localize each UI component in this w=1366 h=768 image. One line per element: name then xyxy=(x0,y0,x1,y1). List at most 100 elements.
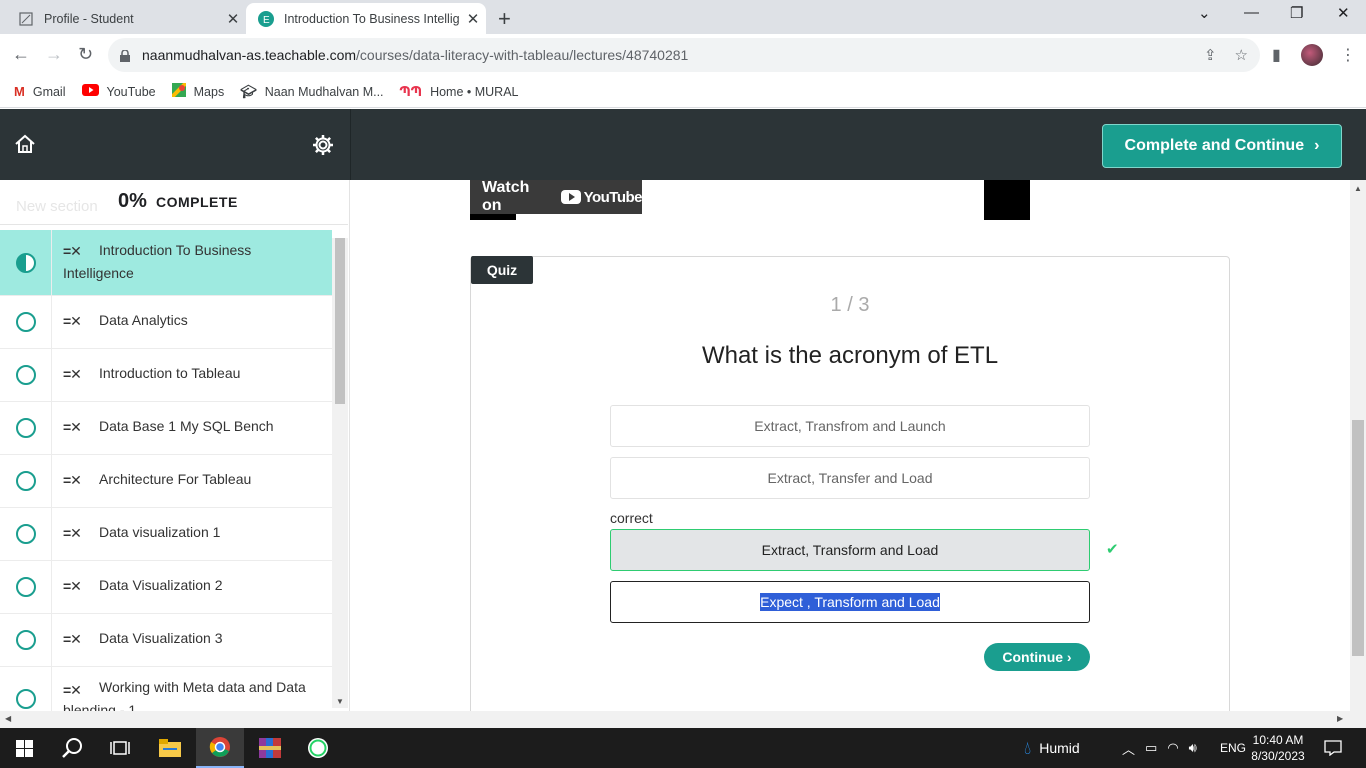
lesson-item-data-viz-2[interactable]: =✕ Data Visualization 2 xyxy=(0,561,332,614)
volume-icon[interactable]: 🔊︎ xyxy=(1189,740,1197,756)
lesson-title: Data Analytics xyxy=(99,312,188,328)
file-explorer-icon[interactable] xyxy=(146,728,194,768)
url-host: naanmudhalvan-as.teachable.com xyxy=(142,47,357,63)
reload-icon[interactable]: ↻ xyxy=(78,44,93,65)
chevron-up-icon[interactable]: ︿ xyxy=(1122,739,1135,758)
question-text: What is the acronym of ETL xyxy=(701,342,999,369)
chrome-icon[interactable] xyxy=(196,728,244,768)
scrollbar-thumb[interactable] xyxy=(335,238,345,404)
share-icon[interactable]: ⇪ xyxy=(1204,46,1217,64)
address-bar[interactable]: naanmudhalvan-as.teachable.com /courses/… xyxy=(108,38,1260,72)
new-tab-icon[interactable]: + xyxy=(498,6,511,32)
lesson-item-intro-tableau[interactable]: =✕ Introduction to Tableau xyxy=(0,349,332,402)
youtube-play-icon xyxy=(560,190,581,204)
bookmark-gmail[interactable]: M Gmail xyxy=(14,84,66,99)
mural-icon: ՊՊ xyxy=(399,83,423,99)
chevron-right-icon: › xyxy=(1314,137,1320,154)
forward-icon[interactable]: → xyxy=(45,44,63,65)
not-started-circle-icon xyxy=(16,689,36,709)
answer-text: Extract, Transform and Load xyxy=(761,542,939,558)
complete-and-continue-label: Complete and Continue xyxy=(1124,137,1305,154)
gear-icon[interactable] xyxy=(312,134,334,161)
profile-avatar[interactable] xyxy=(1301,44,1323,66)
lesson-title: Introduction To Business Intelligence xyxy=(63,242,252,281)
bookmark-label: Home • MURAL xyxy=(430,84,519,99)
tab-introduction-bi[interactable]: E Introduction To Business Intellige ✕ xyxy=(246,3,486,34)
tab-title: Profile - Student xyxy=(44,11,134,26)
weather-widget[interactable]: 💧︎ Humid xyxy=(1024,728,1080,768)
correct-label: correct xyxy=(610,510,653,526)
clock-time: 10:40 AM xyxy=(1252,733,1304,747)
lesson-title: Data Visualization 3 xyxy=(99,630,223,646)
lesson-item-meta-data[interactable]: =✕ Working with Meta data and Data blend… xyxy=(0,667,332,711)
close-tab-icon[interactable]: ✕ xyxy=(220,10,246,28)
home-icon[interactable] xyxy=(14,134,36,159)
maps-icon xyxy=(170,81,188,100)
answer-option[interactable]: Extract, Transfrom and Launch xyxy=(610,405,1090,447)
battery-icon[interactable]: ▭ xyxy=(1145,740,1157,756)
tab-search-icon[interactable]: ⌄ xyxy=(1198,4,1211,22)
browser-toolbar: ← → ↻ naanmudhalvan-as.teachable.com /co… xyxy=(0,34,1366,76)
system-clock[interactable]: 10:40 AM 8/30/2023 xyxy=(1248,732,1308,764)
winrar-icon[interactable] xyxy=(246,728,294,768)
windows-start-icon[interactable] xyxy=(0,728,48,768)
answer-option-selected[interactable]: Expect , Transform and Load xyxy=(610,581,1090,623)
close-window-icon[interactable]: ✕ xyxy=(1337,4,1350,22)
lesson-title: Data Base 1 My SQL Bench xyxy=(99,418,274,434)
not-started-circle-icon xyxy=(16,418,36,438)
horizontal-scrollbar[interactable]: ◀ ▶ xyxy=(0,711,1366,728)
menu-kebab-icon[interactable]: ⋮ xyxy=(1340,45,1356,65)
answer-option[interactable]: Extract, Transfer and Load xyxy=(610,457,1090,499)
scroll-down-icon[interactable]: ▼ xyxy=(336,697,344,706)
lesson-item-data-viz-3[interactable]: =✕ Data Visualization 3 xyxy=(0,614,332,667)
minimize-icon[interactable]: — xyxy=(1244,4,1259,21)
sidebar-scrollbar[interactable] xyxy=(332,238,348,708)
bookmark-maps[interactable]: Maps xyxy=(170,81,225,100)
lesson-item-data-analytics[interactable]: =✕ Data Analytics xyxy=(0,296,332,349)
answer-option-correct[interactable]: Extract, Transform and Load xyxy=(610,529,1090,571)
bookmark-naan-mudhalvan[interactable]: 🎓︎ Naan Mudhalvan M... xyxy=(240,84,383,100)
scrollbar-thumb[interactable] xyxy=(1352,420,1364,656)
side-panel-icon[interactable]: ▮ xyxy=(1272,45,1281,65)
scroll-up-icon[interactable]: ▲ xyxy=(1354,184,1362,193)
not-started-circle-icon xyxy=(16,577,36,597)
tab-title: Introduction To Business Intellige xyxy=(284,11,460,26)
browser-tab-strip: Profile - Student ✕ E Introduction To Bu… xyxy=(0,0,1366,34)
not-started-circle-icon xyxy=(16,524,36,544)
bookmark-star-icon[interactable]: ☆ xyxy=(1235,46,1248,64)
lesson-item-database[interactable]: =✕ Data Base 1 My SQL Bench xyxy=(0,402,332,455)
search-icon[interactable] xyxy=(48,728,96,768)
sidebar-header xyxy=(0,109,350,180)
scroll-left-icon[interactable]: ◀ xyxy=(5,714,11,723)
lesson-item-introduction-bi[interactable]: =✕ Introduction To Business Intelligence xyxy=(0,230,332,296)
bookmark-label: Maps xyxy=(193,84,225,99)
complete-and-continue-button[interactable]: Complete and Continue › xyxy=(1102,124,1342,168)
course-progress: New section 0% COMPLETE xyxy=(0,180,348,225)
scroll-right-icon[interactable]: ▶ xyxy=(1337,714,1343,723)
lesson-item-architecture[interactable]: =✕ Architecture For Tableau xyxy=(0,455,332,508)
continue-button[interactable]: Continue › xyxy=(984,643,1090,671)
lesson-title: Working with Meta data and Data blending… xyxy=(63,679,306,711)
back-icon[interactable]: ← xyxy=(12,44,30,65)
lesson-title: Data visualization 1 xyxy=(99,524,221,540)
quiz-tag: Quiz xyxy=(471,256,533,284)
weather-drop-icon: 💧︎ xyxy=(1024,737,1032,758)
question-counter: 1 / 3 xyxy=(830,294,870,316)
watch-on-youtube-button[interactable]: Watch on YouTube xyxy=(470,179,643,214)
language-indicator[interactable]: ENG xyxy=(1220,728,1246,768)
bookmark-mural[interactable]: ՊՊ Home • MURAL xyxy=(400,84,519,100)
bookmark-youtube[interactable]: YouTube xyxy=(81,84,156,99)
weather-label: Humid xyxy=(1039,740,1080,756)
page-scrollbar[interactable]: ▲ xyxy=(1350,180,1366,711)
close-tab-icon[interactable]: ✕ xyxy=(460,10,486,28)
notifications-icon[interactable] xyxy=(1324,728,1342,768)
tab-profile-student[interactable]: Profile - Student ✕ xyxy=(0,3,246,34)
restore-icon[interactable]: ❐ xyxy=(1290,4,1303,22)
lesson-item-data-viz-1[interactable]: =✕ Data visualization 1 xyxy=(0,508,332,561)
url-path: /courses/data-literacy-with-tableau/lect… xyxy=(356,47,689,63)
wifi-icon[interactable]: ◠ xyxy=(1167,740,1178,756)
section-title-ghost: New section xyxy=(16,198,98,215)
task-view-icon[interactable] xyxy=(96,728,144,768)
bookmark-label: Gmail xyxy=(32,84,66,99)
whatsapp-icon[interactable] xyxy=(294,728,342,768)
